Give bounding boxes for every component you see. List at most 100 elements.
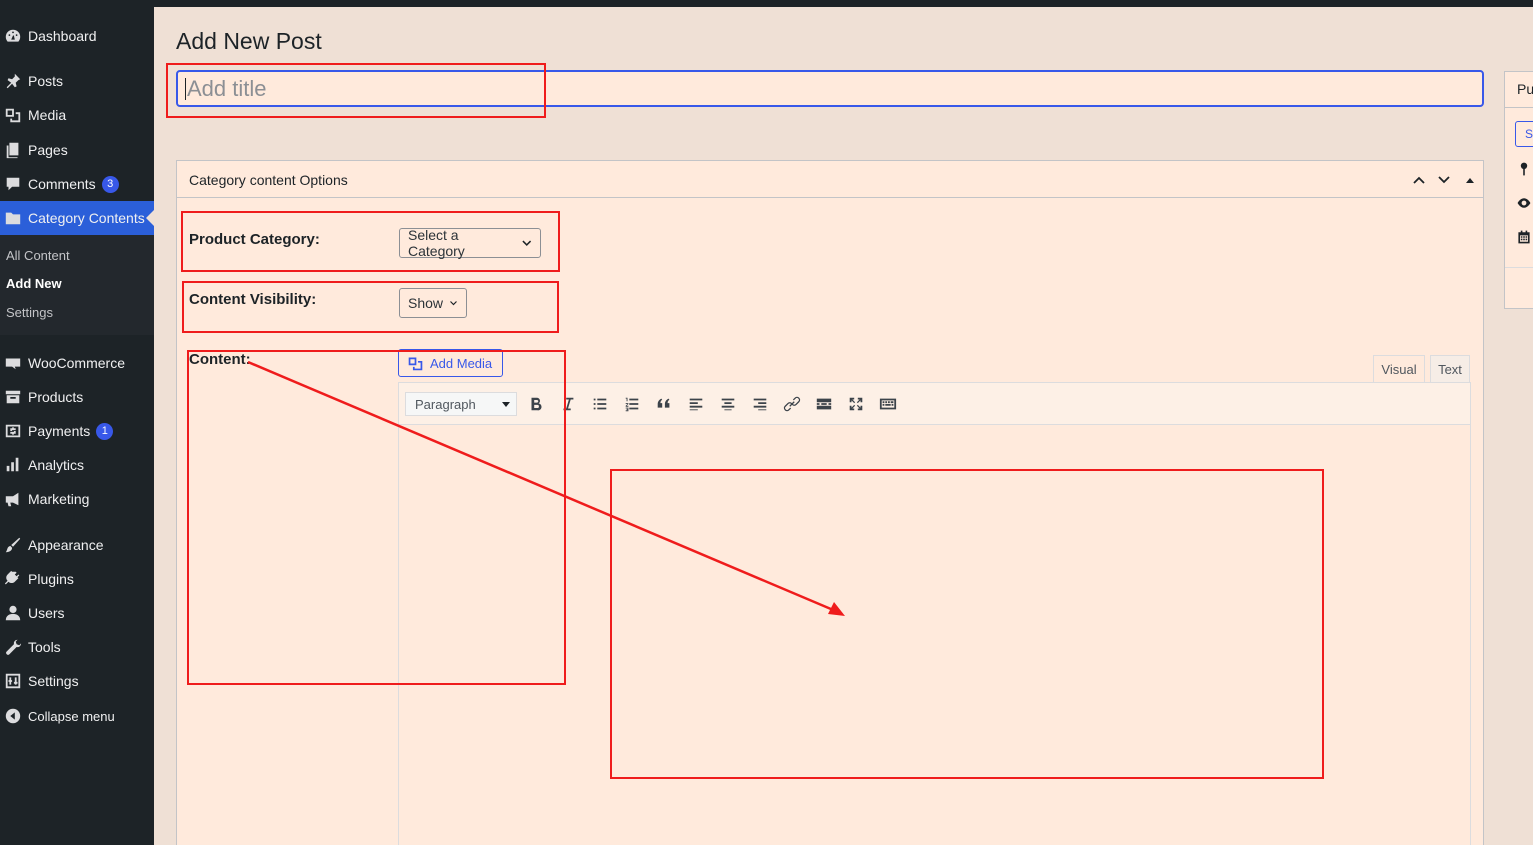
numbered-list-icon bbox=[625, 397, 639, 412]
fullscreen-button[interactable] bbox=[844, 392, 868, 416]
link-icon bbox=[783, 396, 801, 412]
add-media-button[interactable]: Add Media bbox=[398, 349, 503, 377]
eye-icon bbox=[1516, 195, 1532, 211]
submenu-add-new[interactable]: Add New bbox=[6, 276, 62, 291]
toggle-panel-button[interactable] bbox=[1461, 171, 1479, 189]
sidebar-item-label: Posts bbox=[28, 73, 64, 89]
product-category-select[interactable]: Select a Category bbox=[399, 227, 541, 259]
sidebar-item-label: Marketing bbox=[28, 491, 90, 507]
sidebar-item-label: WooCommerce bbox=[28, 355, 125, 371]
submenu-all-content[interactable]: All Content bbox=[6, 248, 70, 263]
sidebar-item-label: Comments bbox=[28, 176, 96, 192]
sidebar-item-settings[interactable]: Settings bbox=[0, 664, 154, 698]
sidebar-item-label: Payments bbox=[28, 423, 91, 439]
metabox-title: Category content Options bbox=[189, 172, 348, 188]
pin-icon bbox=[1516, 161, 1532, 177]
sidebar-item-label: Analytics bbox=[28, 457, 85, 473]
sidebar-item-label: Users bbox=[28, 605, 65, 621]
chevron-down-icon bbox=[1438, 176, 1450, 184]
sidebar-item-analytics[interactable]: Analytics bbox=[0, 448, 154, 482]
move-up-button[interactable] bbox=[1410, 171, 1428, 189]
align-center-icon bbox=[721, 398, 735, 411]
plug-icon bbox=[0, 570, 28, 588]
sidebar-item-dashboard[interactable]: Dashboard bbox=[0, 19, 154, 53]
chevron-down-icon bbox=[521, 240, 531, 246]
sidebar-item-posts[interactable]: Posts bbox=[0, 64, 154, 98]
content-editor[interactable]: Paragraph bbox=[398, 382, 1471, 845]
align-left-button[interactable] bbox=[684, 392, 708, 416]
product-category-label: Product Category: bbox=[189, 231, 320, 248]
sidebar-item-woocommerce[interactable]: WooCommerce bbox=[0, 346, 154, 380]
submenu-settings[interactable]: Settings bbox=[6, 305, 53, 320]
sidebar-item-label: Pages bbox=[28, 142, 68, 158]
collapse-menu-button[interactable]: Collapse menu bbox=[0, 699, 154, 733]
pin-icon bbox=[0, 72, 28, 90]
page-title: Add New Post bbox=[176, 28, 322, 54]
align-right-button[interactable] bbox=[748, 392, 772, 416]
sidebar-item-plugins[interactable]: Plugins bbox=[0, 562, 154, 596]
align-left-icon bbox=[689, 398, 703, 411]
sidebar-item-label: Media bbox=[28, 107, 67, 123]
payments-count-badge: 1 bbox=[96, 422, 114, 440]
triangle-up-icon bbox=[1466, 178, 1474, 183]
current-menu-arrow bbox=[146, 210, 154, 226]
sidebar-item-payments[interactable]: Payments 1 bbox=[0, 414, 154, 448]
tab-visual[interactable]: Visual bbox=[1373, 355, 1425, 383]
insert-link-button[interactable] bbox=[780, 392, 804, 416]
toolbar-toggle-button[interactable] bbox=[876, 392, 900, 416]
divider bbox=[1505, 267, 1533, 268]
admin-sidebar: Dashboard Posts Media Pages Comments 3 C… bbox=[0, 0, 154, 845]
sidebar-item-label: Category Contents bbox=[28, 210, 145, 226]
sidebar-item-marketing[interactable]: Marketing bbox=[0, 482, 154, 516]
bold-icon bbox=[531, 397, 542, 411]
wrench-icon bbox=[0, 638, 28, 656]
read-more-button[interactable] bbox=[812, 392, 836, 416]
numbered-list-button[interactable] bbox=[620, 392, 644, 416]
sidebar-item-tools[interactable]: Tools bbox=[0, 630, 154, 664]
sidebar-item-products[interactable]: Products bbox=[0, 380, 154, 414]
blockquote-button[interactable] bbox=[652, 392, 676, 416]
calendar-icon bbox=[1516, 229, 1532, 245]
tab-text[interactable]: Text bbox=[1430, 355, 1470, 383]
read-more-icon bbox=[816, 398, 832, 410]
save-draft-button[interactable]: S bbox=[1515, 121, 1533, 147]
keyboard-icon bbox=[879, 398, 897, 410]
content-label: Content: bbox=[189, 351, 251, 368]
sidebar-item-pages[interactable]: Pages bbox=[0, 133, 154, 167]
sidebar-item-label: Tools bbox=[28, 639, 61, 655]
content-visibility-label: Content Visibility: bbox=[189, 291, 317, 308]
brush-icon bbox=[0, 536, 28, 554]
sidebar-item-media[interactable]: Media bbox=[0, 98, 154, 132]
text-cursor bbox=[185, 78, 186, 100]
product-category-value: Select a Category bbox=[408, 227, 465, 259]
bold-button[interactable] bbox=[524, 392, 548, 416]
align-center-button[interactable] bbox=[716, 392, 740, 416]
dashboard-icon bbox=[0, 27, 28, 45]
chevron-up-icon bbox=[1413, 176, 1425, 184]
bullet-list-button[interactable] bbox=[588, 392, 612, 416]
align-right-icon bbox=[753, 398, 767, 411]
settings-icon bbox=[0, 672, 28, 690]
post-title-input[interactable] bbox=[176, 70, 1484, 107]
add-media-label: Add Media bbox=[430, 355, 493, 371]
sidebar-item-users[interactable]: Users bbox=[0, 596, 154, 630]
fullscreen-icon bbox=[849, 397, 863, 411]
comment-icon bbox=[0, 175, 28, 193]
italic-button[interactable] bbox=[556, 392, 580, 416]
sidebar-item-label: Settings bbox=[28, 673, 79, 689]
move-down-button[interactable] bbox=[1435, 171, 1453, 189]
woo-icon bbox=[0, 354, 28, 372]
metabox-header: Category content Options bbox=[177, 161, 1483, 198]
archive-icon bbox=[0, 388, 28, 406]
folder-icon bbox=[0, 209, 28, 227]
sidebar-item-appearance[interactable]: Appearance bbox=[0, 528, 154, 562]
content-visibility-select[interactable]: Show bbox=[399, 288, 467, 318]
comments-count-badge: 3 bbox=[101, 175, 119, 193]
bar-chart-icon bbox=[0, 456, 28, 474]
sidebar-item-category-contents[interactable]: Category Contents bbox=[0, 201, 154, 235]
format-select[interactable]: Paragraph bbox=[405, 392, 517, 416]
content-visibility-value: Show bbox=[408, 295, 444, 311]
dropdown-arrow-icon bbox=[502, 402, 510, 407]
sidebar-item-label: Products bbox=[28, 389, 84, 405]
sidebar-item-comments[interactable]: Comments 3 bbox=[0, 167, 154, 201]
